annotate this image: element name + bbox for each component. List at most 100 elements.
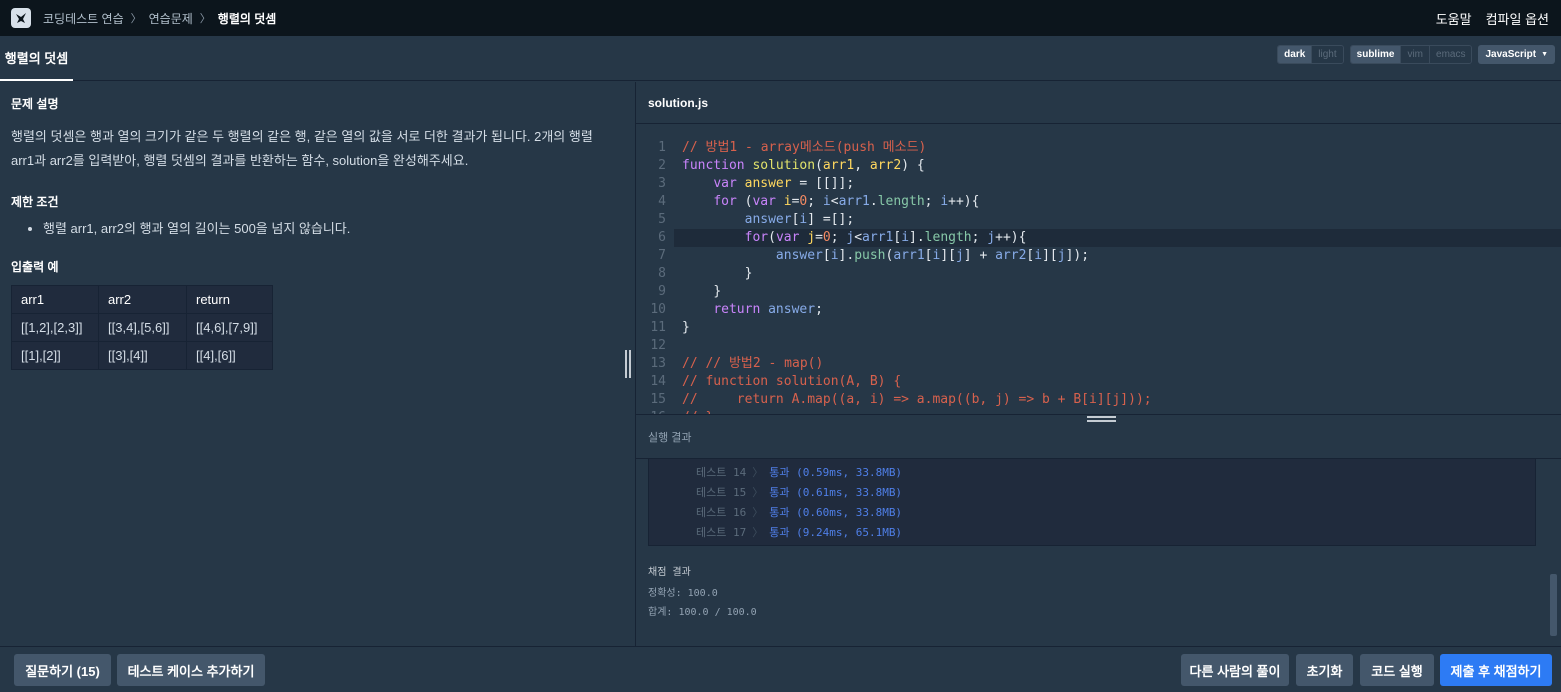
- breadcrumb-practice[interactable]: 연습문제: [149, 10, 193, 27]
- code-editor[interactable]: 1// 방법1 - array메소드(push 메소드) 2 function s…: [636, 124, 1561, 414]
- table-cell: [[3],[4]]: [98, 341, 187, 370]
- code-line[interactable]: 4 for (var i=0; i<arr1.length; i++){: [636, 193, 1561, 211]
- chevron-right-icon: 〉: [752, 466, 764, 479]
- description-line: 행렬의 덧셈은 행과 열의 크기가 같은 두 행렬의 같은 행, 같은 열의 값…: [11, 129, 593, 144]
- line-number: 13: [650, 356, 666, 371]
- editor-toggles: dark light sublime vim emacs JavaScript …: [1277, 45, 1555, 64]
- table-cell: [[1,2],[2,3]]: [11, 313, 99, 342]
- compile-options-link[interactable]: 컴파일 옵션: [1486, 9, 1549, 28]
- table-cell: [[4,6],[7,9]]: [186, 313, 273, 342]
- limits-heading: 제한 조건: [11, 195, 59, 209]
- io-heading: 입출력 예: [11, 260, 59, 274]
- results-scrollbar[interactable]: [1550, 574, 1557, 636]
- language-select-value: JavaScript: [1485, 49, 1537, 60]
- test-result: 통과 (0.61ms, 33.8MB): [769, 486, 903, 499]
- keymap-emacs-option[interactable]: emacs: [1429, 46, 1472, 63]
- table-cell: [[1],[2]]: [11, 341, 99, 370]
- code-line[interactable]: 2 function solution(arr1, arr2) {: [636, 157, 1561, 175]
- others-solutions-button[interactable]: 다른 사람의 풀이: [1181, 654, 1289, 686]
- code-line[interactable]: 8 }: [636, 265, 1561, 283]
- line-number: 7: [658, 248, 666, 263]
- editor-filename: solution.js: [636, 82, 1561, 124]
- code-line[interactable]: 14// function solution(A, B) {: [636, 373, 1561, 391]
- tab-problem[interactable]: 행렬의 덧셈: [0, 36, 73, 81]
- description-heading: 문제 설명: [11, 97, 59, 111]
- table-cell: [[4],[6]]: [186, 341, 273, 370]
- limits-item: 행렬 arr1, arr2의 행과 열의 길이는 500을 넘지 않습니다.: [43, 220, 624, 238]
- code-line[interactable]: 3 var answer = [[]];: [636, 175, 1561, 193]
- list-item: 테스트 17 〉 통과 (9.24ms, 65.1MB): [649, 523, 1535, 543]
- line-number: 15: [650, 392, 666, 407]
- table-header-cell: arr1: [11, 285, 99, 314]
- table-cell: [[3,4],[5,6]]: [98, 313, 187, 342]
- code-line[interactable]: 15// return A.map((a, i) => a.map((b, j)…: [636, 391, 1561, 409]
- line-number: 3: [658, 176, 666, 191]
- problem-panel: 문제 설명 행렬의 덧셈은 행과 열의 크기가 같은 두 행렬의 같은 행, 같…: [0, 82, 635, 646]
- test-result: 통과 (0.60ms, 33.8MB): [769, 506, 903, 519]
- io-example-table: arr1 arr2 return [[1,2],[2,3]] [[3,4],[5…: [11, 285, 273, 370]
- horizontal-resize-handle[interactable]: [1087, 416, 1116, 426]
- keymap-sublime-option[interactable]: sublime: [1350, 46, 1401, 63]
- run-code-button[interactable]: 코드 실행: [1360, 654, 1434, 686]
- line-number: 9: [658, 284, 666, 299]
- add-testcase-button[interactable]: 테스트 케이스 추가하기: [117, 654, 265, 686]
- problem-description: 행렬의 덧셈은 행과 열의 크기가 같은 두 행렬의 같은 행, 같은 열의 값…: [11, 125, 624, 173]
- chevron-right-icon: 〉: [752, 526, 764, 539]
- table-row: [[1,2],[2,3]] [[3,4],[5,6]] [[4,6],[7,9]…: [11, 313, 273, 342]
- ask-question-button[interactable]: 질문하기 (15): [14, 654, 111, 686]
- top-navigation: 코딩테스트 연습 〉 연습문제 〉 행렬의 덧셈 도움말 컴파일 옵션: [0, 0, 1561, 36]
- line-number: 5: [658, 212, 666, 227]
- test-results-list: 테스트 14 〉 통과 (0.59ms, 33.8MB) 테스트 15 〉 통과 (0.…: [648, 459, 1536, 546]
- submit-button[interactable]: 제출 후 채점하기: [1440, 654, 1552, 686]
- table-row: [[1],[2]] [[3],[4]] [[4],[6]]: [11, 341, 273, 370]
- chevron-right-icon: 〉: [752, 506, 764, 519]
- code-line[interactable]: 10 return answer;: [636, 301, 1561, 319]
- theme-light-option[interactable]: light: [1311, 46, 1343, 63]
- table-header-row: arr1 arr2 return: [11, 285, 273, 314]
- breadcrumb-current: 행렬의 덧셈: [217, 11, 277, 26]
- list-item: 테스트 14 〉 통과 (0.59ms, 33.8MB): [649, 463, 1535, 483]
- line-number: 4: [658, 194, 666, 209]
- code-line-active[interactable]: 6 for(var j=0; j<arr1[i].length; j++){: [658, 229, 1561, 247]
- line-number: 8: [658, 266, 666, 281]
- breadcrumb: 코딩테스트 연습 〉 연습문제 〉 행렬의 덧셈: [43, 10, 276, 27]
- keymap-toggle: sublime vim emacs: [1349, 45, 1473, 64]
- chevron-right-icon: 〉: [130, 13, 142, 25]
- list-item: 테스트 15 〉 통과 (0.61ms, 33.8MB): [649, 483, 1535, 503]
- vertical-resize-handle[interactable]: [623, 350, 632, 378]
- total-score: 합계: 100.0 / 100.0: [648, 607, 757, 618]
- test-name: 테스트 16: [696, 506, 747, 519]
- code-line[interactable]: 7 answer[i].push(arr1[i][j] + arr2[i][j]…: [636, 247, 1561, 265]
- code-line[interactable]: 1// 방법1 - array메소드(push 메소드): [636, 139, 1561, 157]
- line-number: 1: [658, 140, 666, 155]
- programmers-logo-icon[interactable]: [11, 8, 31, 28]
- test-result: 통과 (9.24ms, 65.1MB): [769, 526, 903, 539]
- theme-dark-option[interactable]: dark: [1278, 46, 1312, 63]
- line-number: 6: [658, 230, 666, 245]
- line-number: 12: [650, 338, 666, 353]
- breadcrumb-coding-test[interactable]: 코딩테스트 연습: [43, 10, 124, 27]
- action-bar: 질문하기 (15) 테스트 케이스 추가하기 다른 사람의 풀이 초기화 코드 …: [0, 646, 1561, 692]
- test-name: 테스트 15: [696, 486, 747, 499]
- grading-title: 채점 결과: [648, 567, 691, 578]
- code-line[interactable]: 9 }: [636, 283, 1561, 301]
- code-line[interactable]: 5 answer[i] =[];: [636, 211, 1561, 229]
- line-number: 11: [650, 320, 666, 335]
- code-line[interactable]: 13// // 방법2 - map(): [636, 355, 1561, 373]
- language-select[interactable]: JavaScript ▼: [1478, 45, 1555, 64]
- test-result: 통과 (0.59ms, 33.8MB): [769, 466, 903, 479]
- keymap-vim-option[interactable]: vim: [1400, 46, 1430, 63]
- test-name: 테스트 17: [696, 526, 747, 539]
- help-link[interactable]: 도움말: [1436, 9, 1472, 28]
- theme-toggle: dark light: [1277, 45, 1344, 64]
- table-header-cell: return: [186, 285, 273, 314]
- code-lines[interactable]: 1// 방법1 - array메소드(push 메소드) 2 function s…: [636, 139, 1561, 414]
- code-line[interactable]: 11}: [636, 319, 1561, 337]
- code-line[interactable]: 12: [636, 337, 1561, 355]
- list-item: 테스트 16 〉 통과 (0.60ms, 33.8MB): [649, 503, 1535, 523]
- tab-bar: 행렬의 덧셈 dark light sublime vim emacs Java…: [0, 36, 1561, 81]
- caret-down-icon: ▼: [1541, 51, 1548, 58]
- table-header-cell: arr2: [98, 285, 187, 314]
- reset-button[interactable]: 초기화: [1296, 654, 1353, 686]
- grading-result: 채점 결과 정확성: 100.0 합계: 100.0 / 100.0: [648, 563, 757, 622]
